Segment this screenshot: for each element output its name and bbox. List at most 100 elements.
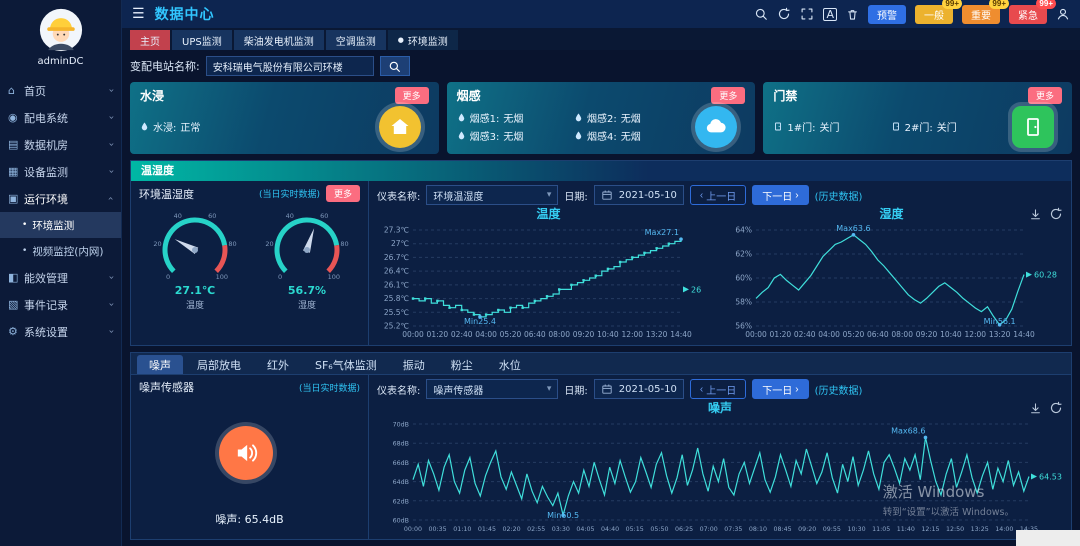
realtime-link[interactable]: (当日实时数据) [299, 381, 360, 394]
svg-text:64.53: 64.53 [1039, 473, 1062, 482]
sidebar-item-1[interactable]: ◉ 配电系统 › [0, 104, 121, 131]
realtime-link[interactable]: (当日实时数据) [259, 187, 320, 200]
alert-button-1[interactable]: 一般99+ [915, 5, 953, 24]
refresh-icon[interactable] [777, 7, 791, 21]
svg-text:09:20: 09:20 [573, 330, 595, 339]
sidebar-item-7[interactable]: ⚙ 系统设置 › [0, 318, 121, 345]
search-button[interactable] [380, 56, 410, 76]
prev-day-button[interactable]: ‹ 上一日 [690, 185, 746, 205]
alert-button-3[interactable]: 紧急99+ [1009, 5, 1047, 24]
alert-button-2[interactable]: 重要99+ [962, 5, 1000, 24]
history-link[interactable]: (历史数据) [815, 382, 863, 397]
more-button[interactable]: 更多 [326, 185, 360, 202]
more-button[interactable]: 更多 [711, 87, 745, 104]
noise-section: 噪声局部放电红外SF₆气体监测振动粉尘水位 噪声传感器 (当日实时数据) 噪声:… [130, 352, 1072, 540]
svg-text:Min25.4: Min25.4 [464, 317, 496, 326]
svg-text:05:50: 05:50 [650, 526, 668, 533]
translate-icon[interactable]: A [823, 8, 837, 21]
date-input[interactable]: 2021-05-10 [594, 185, 684, 205]
next-day-button[interactable]: 下一日 › [752, 185, 808, 205]
sensor-tab-6[interactable]: 水位 [487, 355, 533, 374]
next-arrow-icon: › [795, 384, 798, 395]
svg-text:62%: 62% [735, 250, 752, 259]
user-icon[interactable] [1056, 7, 1070, 21]
meter-select[interactable]: 噪声传感器 ▾ [426, 379, 558, 399]
sensor-item: 2#门:关门 [891, 119, 1004, 134]
svg-text:14:00: 14:00 [995, 526, 1013, 533]
svg-text:02:20: 02:20 [502, 526, 520, 533]
trash-icon[interactable] [846, 8, 859, 21]
svg-text:60: 60 [208, 212, 216, 220]
alert-button-0[interactable]: 预警 [868, 5, 906, 24]
sidebar: adminDC ⌂ 首页 › ◉ 配电系统 › ▤ 数据机房 › ▦ 设备监测 … [0, 0, 122, 546]
sensor-tab-2[interactable]: 红外 [255, 355, 301, 374]
search-row: 变配电站名称: [122, 50, 1080, 82]
sidebar-item-2[interactable]: ▤ 数据机房 › [0, 131, 121, 158]
svg-text:01:10: 01:10 [453, 526, 471, 533]
svg-text:11:05: 11:05 [872, 526, 890, 533]
more-button[interactable]: 更多 [1028, 87, 1062, 104]
noise-chart: 60dB62dB64dB66dB68dB70dB00:0000:3501:100… [377, 414, 1065, 534]
nav-tab-1[interactable]: UPS监测 [172, 30, 232, 50]
svg-text:58%: 58% [735, 298, 752, 307]
app: adminDC ⌂ 首页 › ◉ 配电系统 › ▤ 数据机房 › ▦ 设备监测 … [0, 0, 1080, 546]
nav-tab-4[interactable]: ●环境监测 [388, 30, 458, 50]
nav-tab-0[interactable]: 主页 [130, 30, 170, 50]
more-button[interactable]: 更多 [395, 87, 429, 104]
history-link[interactable]: (历史数据) [815, 188, 863, 203]
svg-text:27℃: 27℃ [391, 239, 409, 248]
sensor-tab-3[interactable]: SF₆气体监测 [303, 355, 389, 374]
calendar-icon [601, 189, 613, 201]
meter-select[interactable]: 环境温湿度 ▾ [426, 185, 558, 205]
content: 变配电站名称: 水浸 更多 水浸:正常 烟感 更多 [122, 50, 1080, 546]
drop-icon [574, 112, 583, 123]
temperature-chart: 25.2℃25.5℃25.8℃26.1℃26.4℃26.7℃27℃27.3℃00… [377, 220, 717, 340]
nav-tab-3[interactable]: 空调监测 [326, 30, 386, 50]
gauge-panel: 环境温湿度 (当日实时数据) 更多 020406080100 27.1℃ 温度0… [131, 181, 369, 345]
search-icon[interactable] [754, 7, 768, 21]
svg-text:20: 20 [153, 240, 161, 248]
svg-text:64dB: 64dB [393, 479, 409, 486]
refresh-icon[interactable] [1049, 401, 1063, 415]
noise-sensor-icon [219, 426, 273, 480]
sidebar-item-5[interactable]: ◧ 能效管理 › [0, 264, 121, 291]
sensor-tab-4[interactable]: 振动 [391, 355, 437, 374]
download-icon[interactable] [1029, 207, 1042, 221]
sensor-tab-1[interactable]: 局部放电 [185, 355, 253, 374]
svg-text:12:15: 12:15 [921, 526, 939, 533]
svg-text:80: 80 [228, 240, 236, 248]
svg-text:26.4℃: 26.4℃ [384, 267, 409, 276]
calendar-icon [601, 383, 613, 395]
menu-toggle-icon[interactable]: ☰ [132, 6, 145, 22]
svg-text:100: 100 [216, 273, 228, 281]
next-day-button[interactable]: 下一日 › [752, 379, 808, 399]
sidebar-subitem-4-0[interactable]: • 环境监测 [0, 212, 121, 238]
date-input[interactable]: 2021-05-10 [594, 379, 684, 399]
svg-text:01:45: 01:45 [478, 526, 496, 533]
download-icon[interactable] [1029, 401, 1042, 415]
sidebar-item-6[interactable]: ▧ 事件记录 › [0, 291, 121, 318]
svg-text:26.7℃: 26.7℃ [384, 253, 409, 262]
station-input[interactable] [206, 56, 374, 76]
sidebar-item-4[interactable]: ▣ 运行环境 › [0, 185, 121, 212]
env-icon: ▣ [8, 192, 24, 205]
svg-text:70dB: 70dB [393, 422, 409, 429]
sidebar-subitem-4-1[interactable]: • 视频监控(内网) [0, 238, 121, 264]
sensor-tab-5[interactable]: 粉尘 [439, 355, 485, 374]
fullscreen-icon[interactable] [800, 7, 814, 21]
refresh-icon[interactable] [1049, 207, 1063, 221]
chevron-icon: › [106, 330, 117, 334]
nav-tab-2[interactable]: 柴油发电机监测 [234, 30, 324, 50]
sidebar-item-0[interactable]: ⌂ 首页 › [0, 77, 121, 104]
sensor-tab-0[interactable]: 噪声 [137, 355, 183, 374]
svg-text:06:25: 06:25 [675, 526, 693, 533]
prev-day-button[interactable]: ‹ 上一日 [690, 379, 746, 399]
gauge-湿度: 020406080100 56.7% 湿度 [251, 204, 363, 311]
card-1: 烟感 更多 烟感1:无烟 烟感2:无烟 烟感3:无烟 烟感4:无烟 [447, 82, 756, 154]
gauges: 020406080100 27.1℃ 温度020406080100 56.7% … [139, 204, 360, 311]
svg-text:80: 80 [340, 240, 348, 248]
temp-hum-charts-panel: 仪表名称: 环境温湿度 ▾ 日期: 2021-05-10 ‹ [369, 181, 1071, 345]
sidebar-item-3[interactable]: ▦ 设备监测 › [0, 158, 121, 185]
settings-icon: ⚙ [8, 325, 24, 338]
date-label: 日期: [564, 382, 587, 397]
